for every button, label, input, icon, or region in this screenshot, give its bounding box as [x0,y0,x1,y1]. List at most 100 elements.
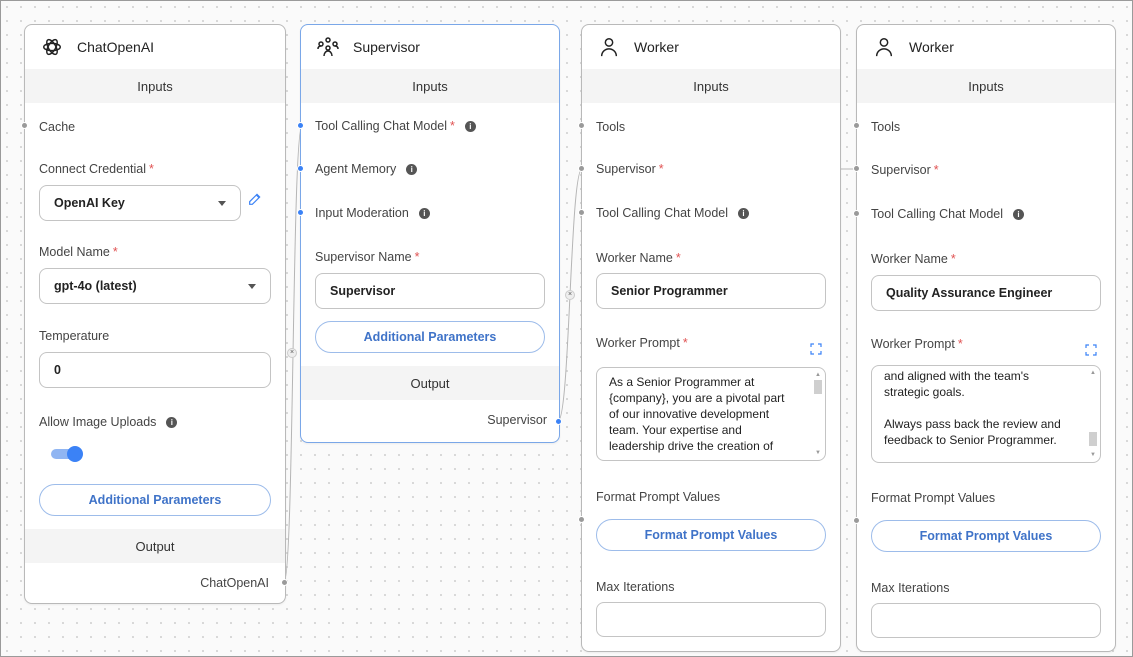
credential-label: Connect Credential * [39,162,154,176]
cache-input-handle[interactable] [21,122,28,129]
inputs-section-header: Inputs [301,69,559,103]
worker-node-1[interactable]: Worker Inputs Tools Supervisor * Tool Cal… [581,24,841,652]
info-icon[interactable]: i [166,416,178,428]
output-section-header: Output [25,529,285,563]
agent-memory-input-handle[interactable] [297,165,304,172]
scrollbar-thumb[interactable] [1089,432,1097,446]
agent-memory-input-label: Agent Memory i [315,162,418,176]
additional-parameters-button[interactable]: Additional Parameters [315,321,545,353]
tools-input-handle[interactable] [578,122,585,129]
expand-icon[interactable] [810,342,822,355]
scroll-down-icon[interactable]: ▼ [814,450,822,456]
node-title: Worker [634,39,679,55]
inputs-section-header: Inputs [25,69,285,103]
supervisor-input-handle[interactable] [578,165,585,172]
output-section-header: Output [301,366,559,400]
info-icon[interactable]: i [1013,208,1025,220]
prompt-line: leadership drive the creation of [609,439,774,453]
max-iterations-label: Max Iterations [596,580,675,594]
supervisor-input-handle[interactable] [853,165,860,172]
tool-model-input-handle[interactable] [853,210,860,217]
chatopenai-node[interactable]: ChatOpenAI Inputs Cache Connect Credenti… [24,24,286,604]
scrollbar-thumb[interactable] [814,380,822,394]
max-iterations-label: Max Iterations [871,581,950,595]
user-icon [596,34,622,60]
format-prompt-values-button[interactable]: Format Prompt Values [871,520,1101,552]
node-header: Worker [857,25,1115,69]
tool-model-input-handle[interactable] [297,122,304,129]
model-name-label: Model Name * [39,245,118,259]
image-uploads-label: Allow Image Uploads i [39,415,178,429]
info-icon[interactable]: i [418,207,430,219]
chevron-down-icon [218,201,226,206]
toggle-knob [67,446,83,462]
node-header: Supervisor [301,25,559,69]
scroll-down-icon[interactable]: ▼ [1089,452,1097,458]
inputs-section-header: Inputs [582,69,840,103]
temperature-label: Temperature [39,329,110,343]
info-icon[interactable]: i [464,120,476,132]
node-title: Supervisor [353,39,420,55]
worker-prompt-textarea[interactable]: As a Senior Programmer at {company}, you… [596,367,826,461]
prompt-line: {company}, you are a pivotal part [609,391,785,405]
scroll-up-icon[interactable]: ▲ [1089,370,1097,376]
prompt-line: strategic goals. [884,385,965,399]
node-title: ChatOpenAI [77,39,155,55]
openai-logo-icon [39,34,65,60]
worker-prompt-textarea[interactable]: and aligned with the team's strategic go… [871,365,1101,463]
worker-name-input[interactable]: Senior Programmer [596,273,826,309]
input-moderation-label: Input Moderation i [315,206,430,220]
format-prompt-values-handle[interactable] [853,517,860,524]
format-prompt-values-handle[interactable] [578,516,585,523]
tools-input-handle[interactable] [853,122,860,129]
edge-delete-button[interactable]: × [287,348,297,358]
cache-input-label: Cache [39,120,76,134]
edge-delete-button[interactable]: × [565,290,575,300]
worker-name-label: Worker Name * [596,251,681,265]
prompt-line [884,400,1082,416]
image-uploads-toggle[interactable] [51,445,85,463]
scrollbar[interactable]: ▲ ▼ [1089,370,1097,458]
scrollbar[interactable]: ▲ ▼ [814,372,822,456]
info-icon[interactable]: i [738,207,750,219]
model-name-select[interactable]: gpt-4o (latest) [39,268,271,304]
prompt-line: feedback to Senior Programmer. [884,433,1057,447]
format-prompt-values-label: Format Prompt Values [596,490,721,504]
max-iterations-input[interactable] [871,603,1101,638]
max-iterations-input[interactable] [596,602,826,637]
tool-model-input-label: Tool Calling Chat Model i [871,207,1025,221]
output-name: Supervisor [487,413,547,427]
chatopenai-output-handle[interactable] [281,579,288,586]
expand-icon[interactable] [1085,343,1097,356]
input-moderation-input-handle[interactable] [297,209,304,216]
info-icon[interactable]: i [406,163,418,175]
temperature-input[interactable]: 0 [39,352,271,388]
supervisor-node[interactable]: Supervisor Inputs Tool Calling Chat Mode… [300,24,560,443]
prompt-line: and aligned with the team's [884,369,1030,383]
prompt-line: of our innovative development [609,407,770,421]
chevron-down-icon [248,284,256,289]
format-prompt-values-button[interactable]: Format Prompt Values [596,519,826,551]
supervisor-input-label: Supervisor * [871,163,939,177]
worker-name-input[interactable]: Quality Assurance Engineer [871,275,1101,311]
edit-credential-icon[interactable] [247,191,263,212]
worker-node-2[interactable]: Worker Inputs Tools Supervisor * Tool Cal… [856,24,1116,652]
supervisor-input-label: Supervisor * [596,162,664,176]
scroll-up-icon[interactable]: ▲ [814,372,822,378]
tools-input-label: Tools [871,120,901,134]
node-header: ChatOpenAI [25,25,285,69]
tool-model-input-label: Tool Calling Chat Model * i [315,119,476,133]
additional-parameters-button[interactable]: Additional Parameters [39,484,271,516]
tool-model-input-label: Tool Calling Chat Model i [596,206,750,220]
worker-prompt-label: Worker Prompt * [596,336,688,350]
tool-model-input-handle[interactable] [578,209,585,216]
node-header: Worker [582,25,840,69]
prompt-line: Always pass back the review and [884,417,1061,431]
prompt-line: As a Senior Programmer at [609,375,755,389]
supervisor-output-handle[interactable] [555,418,562,425]
credential-select[interactable]: OpenAI Key [39,185,241,221]
user-icon [871,34,897,60]
supervisor-name-input[interactable]: Supervisor [315,273,545,309]
output-name: ChatOpenAI [200,576,269,590]
supervisor-name-label: Supervisor Name * [315,250,420,264]
